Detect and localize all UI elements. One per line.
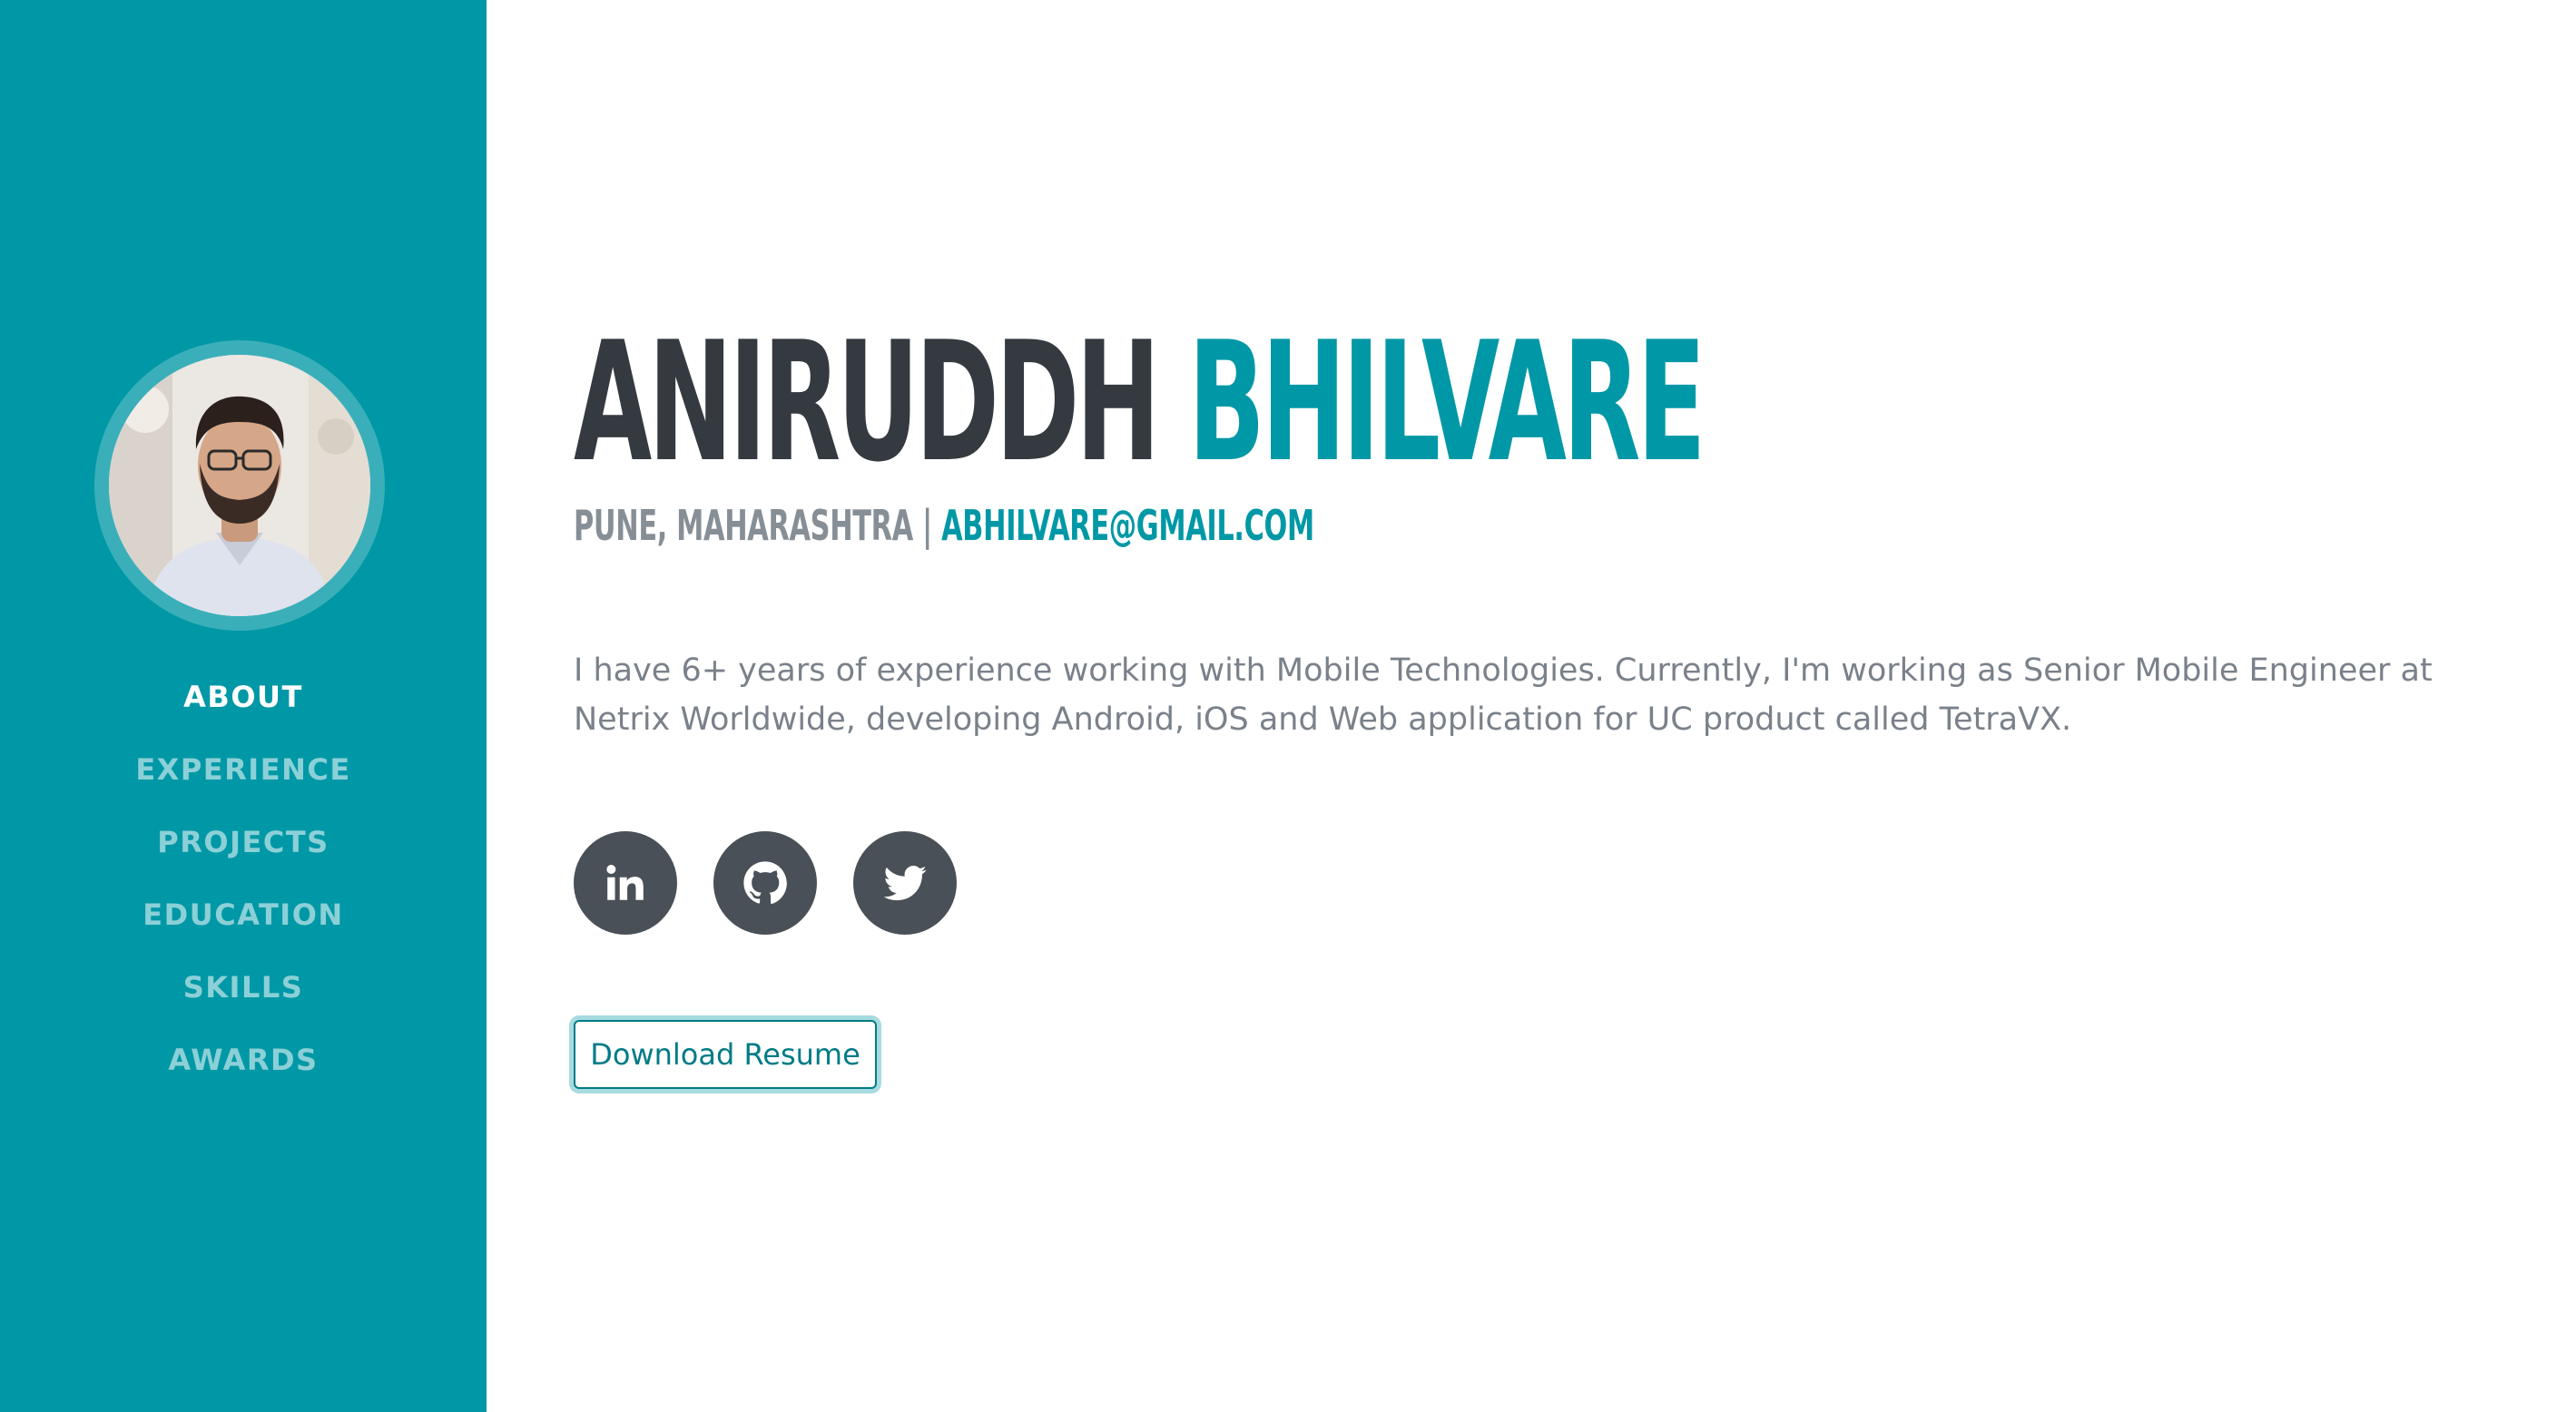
- sidebar: ABOUT EXPERIENCE PROJECTS EDUCATION SKIL…: [0, 0, 487, 1412]
- twitter-button[interactable]: [853, 831, 957, 935]
- avatar-ring: [94, 340, 385, 631]
- nav-item-about[interactable]: ABOUT: [0, 672, 487, 744]
- social-links: [574, 831, 957, 935]
- bio-text: I have 6+ years of experience working wi…: [574, 652, 2433, 738]
- contact-line: PUNE, MAHARASHTRA | ABHILVARE@GMAIL.COM: [574, 505, 1314, 546]
- about-section: ANIRUDDH BHILVARE PUNE, MAHARASHTRA | AB…: [574, 0, 2516, 1412]
- nav-item-awards[interactable]: AWARDS: [0, 1034, 487, 1107]
- nav-item-skills[interactable]: SKILLS: [0, 962, 487, 1034]
- linkedin-icon: [606, 865, 644, 900]
- sidebar-nav: ABOUT EXPERIENCE PROJECTS EDUCATION SKIL…: [0, 672, 487, 1107]
- nav-item-projects[interactable]: PROJECTS: [0, 817, 487, 889]
- page-title: ANIRUDDH BHILVARE: [574, 319, 1706, 485]
- twitter-icon: [883, 866, 927, 901]
- github-icon: [743, 861, 787, 904]
- nav-item-education[interactable]: EDUCATION: [0, 889, 487, 962]
- email-link[interactable]: ABHILVARE@GMAIL.COM: [941, 501, 1314, 550]
- nav-item-experience[interactable]: EXPERIENCE: [0, 744, 487, 817]
- profile-photo: [109, 355, 370, 616]
- last-name: BHILVARE: [1188, 306, 1706, 498]
- location-text: PUNE, MAHARASHTRA: [574, 501, 913, 550]
- avatar[interactable]: [109, 355, 370, 616]
- first-name: ANIRUDDH: [574, 306, 1160, 498]
- github-button[interactable]: [713, 831, 817, 935]
- linkedin-button[interactable]: [574, 831, 677, 935]
- separator: |: [912, 501, 942, 550]
- download-resume-button[interactable]: Download Resume: [574, 1020, 877, 1089]
